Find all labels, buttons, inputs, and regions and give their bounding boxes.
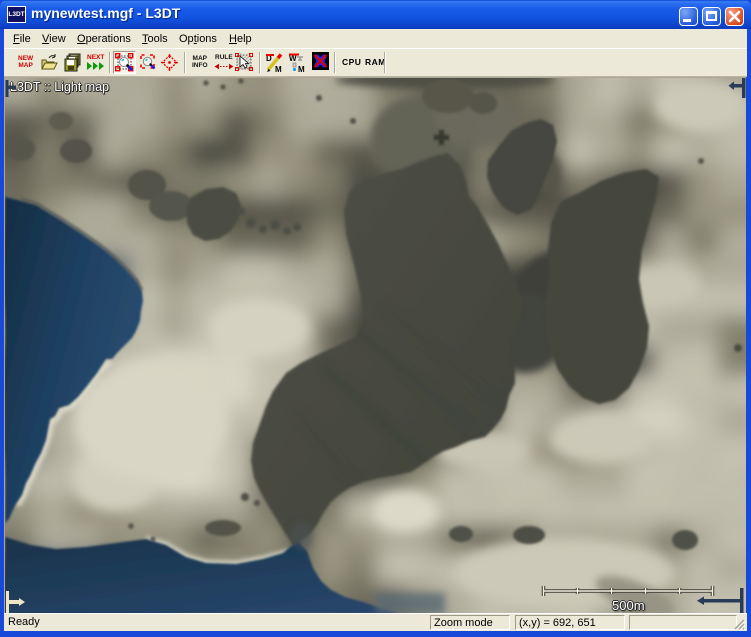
svg-text:500m: 500m	[612, 598, 645, 613]
svg-text:M: M	[298, 65, 305, 73]
svg-text:M: M	[275, 65, 282, 73]
